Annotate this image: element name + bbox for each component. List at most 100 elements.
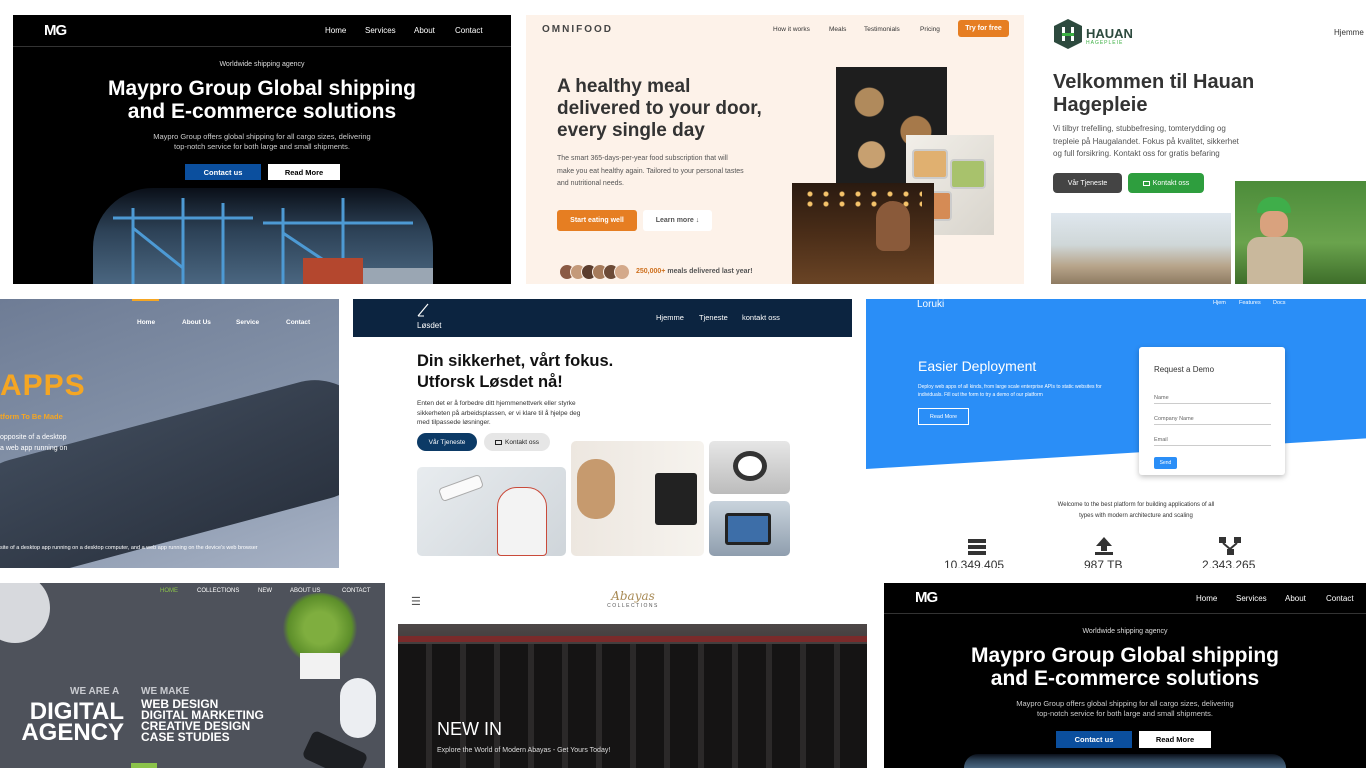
abayas-logo-script: Abayas [611,589,655,603]
contact-button[interactable]: Kontakt oss [484,433,550,451]
woman-tablet-image [571,441,704,556]
nav-hjem[interactable]: Hjem [1213,300,1226,306]
contact-button[interactable]: Contact us [1056,731,1132,748]
hero-description-line1: opposite of a desktop [0,434,67,441]
nav-about[interactable]: About [414,26,435,35]
contact-button[interactable]: Kontakt oss [1128,173,1204,193]
hauan-logo-sub: HAGEPLEIE [1086,40,1124,46]
landscape-image [1051,213,1231,284]
learn-more-button[interactable]: Learn more ↓ [643,210,712,231]
hero-title: Din sikkerhet, vårt fokus. Utforsk Løsde… [417,351,613,393]
read-more-button[interactable]: Read More [1139,731,1211,748]
read-more-button[interactable]: Read More [918,408,969,425]
nav-docs[interactable]: Docs [1273,300,1286,306]
hero-description-line3: med tilpassede løsninger. [417,419,491,426]
hero-title-line3: every single day [557,120,705,141]
nav-contact[interactable]: Contact [1326,594,1354,603]
tile-hauan: HAUAN HAGEPLEIE Hjemme Velkommen til Hau… [1039,15,1366,284]
nav-tjeneste[interactable]: Tjeneste [699,313,728,322]
nav-pricing[interactable]: Pricing [920,26,940,33]
hero-title-line2: and E-commerce solutions [127,100,397,123]
hero-title-line2: and E-commerce solutions [990,667,1260,690]
hero-description: opposite of a desktop a web app running … [0,432,67,454]
nav-home[interactable]: Hjemme [1334,28,1364,37]
contact-button[interactable]: Contact us [185,164,261,180]
services-button[interactable]: Vår Tjeneste [417,433,477,451]
name-field[interactable]: Name [1154,395,1271,404]
hero-title: A healthy meal delivered to your door, e… [557,76,762,142]
header-divider [13,46,511,47]
hero-title-line1: Velkommen til Hauan [1053,71,1255,93]
send-button[interactable]: Send [1154,457,1177,469]
read-more-button[interactable]: Read More [268,164,340,180]
hero-title: Maypro Group Global shipping and E-comme… [884,644,1366,690]
dome-camera-image [709,441,790,494]
hero-title: Maypro Group Global shipping and E-comme… [13,77,511,123]
nav-kontakt[interactable]: kontakt oss [742,313,780,322]
upload-icon [1095,537,1113,555]
omnifood-logo[interactable]: OMNIFOOD [542,24,613,35]
cctv-camera [437,473,485,503]
gardener-face [1260,211,1288,237]
abayas-logo[interactable]: Abayas COLLECTIONS [598,589,668,609]
menu-icon[interactable]: ☰ [411,595,421,608]
hero-title-line2: delivered to your door, [557,98,762,119]
nav-contact[interactable]: Contact [286,319,310,326]
services-button[interactable]: Vår Tjeneste [1053,173,1122,193]
port-cranes-image [93,188,433,284]
desk-paper-decor [0,583,50,643]
email-field[interactable]: Email [1154,437,1271,446]
nav-service[interactable]: Service [236,319,259,326]
nav-services[interactable]: Services [1236,594,1267,603]
nav-home[interactable]: Home [137,319,155,326]
we-make-label: WE MAKE [141,686,190,697]
nav-contact[interactable]: CONTACT [342,588,371,594]
tile-apps: Home About Us Service Contact APPS tform… [0,299,339,568]
nav-features[interactable]: Features [1239,300,1261,306]
hero-description: The smart 365-days-per-year food subscri… [557,153,744,191]
try-free-button[interactable]: Try for free [958,20,1009,37]
stat-storage: 987 TB [1084,558,1123,568]
nav-collections[interactable]: COLLECTIONS [197,588,239,594]
green-button[interactable] [131,763,157,768]
tile-digital-agency: HOME COLLECTIONS NEW ABOUT US CONTACT WE… [0,583,385,768]
nav-about-us[interactable]: ABOUT US [290,588,321,594]
loruki-logo[interactable]: Loruki [917,299,944,310]
nav-meals[interactable]: Meals [829,26,846,33]
tile-losdet: Løsdet Hjemme Tjeneste kontakt oss Din s… [353,299,852,568]
digital-agency-heading: DIGITAL AGENCY [0,700,124,746]
meals-stat: 250,000+ meals delivered last year! [636,268,753,275]
abayas-logo-sub: COLLECTIONS [607,603,659,609]
hero-subtitle: Maypro Group offers global shipping for … [13,132,511,152]
nav-testimonials[interactable]: Testimonials [864,26,900,33]
losdet-logo-text: Løsdet [417,321,442,330]
hero-title-line1: Maypro Group Global shipping [971,644,1279,667]
nav-how-it-works[interactable]: How it works [773,26,810,33]
hauan-logo-text: HAUAN [1086,26,1133,41]
maypro-logo[interactable]: MG [44,22,67,39]
welcome-text: Welcome to the best platform for buildin… [866,500,1366,522]
nav-new[interactable]: NEW [258,588,272,594]
nav-services[interactable]: Services [365,26,396,35]
maypro-logo[interactable]: MG [915,589,938,606]
hero-subtitle-line2: top-notch service for both large and sma… [1037,709,1213,718]
tile-loruki: Loruki Hjem Features Docs Easier Deploym… [866,299,1366,568]
nav-contact[interactable]: Contact [455,26,483,35]
hero-description-line2: a web app running on [0,445,68,452]
nav-home[interactable]: Home [325,26,346,35]
hauan-logo[interactable]: HAUAN HAGEPLEIE [1054,19,1154,51]
losdet-logo[interactable]: Løsdet [416,303,456,333]
company-field[interactable]: Company Name [1154,416,1271,425]
eyebrow: Worldwide shipping agency [219,61,305,68]
start-eating-button[interactable]: Start eating well [557,210,637,231]
container [912,149,948,179]
nav-about[interactable]: About [1285,594,1306,603]
nav-about-us[interactable]: About Us [182,319,211,326]
hero-description-line1: The smart 365-days-per-year food subscri… [557,155,728,162]
nav-home[interactable]: Home [1196,594,1217,603]
digital-agency-line2: AGENCY [21,719,124,746]
hero-description-line2: sikkerheten på arbeidsplassen, er vi kla… [417,409,581,417]
phone-icon [1142,180,1150,186]
nav-home[interactable]: HOME [160,588,178,594]
nav-hjemme[interactable]: Hjemme [656,313,684,322]
